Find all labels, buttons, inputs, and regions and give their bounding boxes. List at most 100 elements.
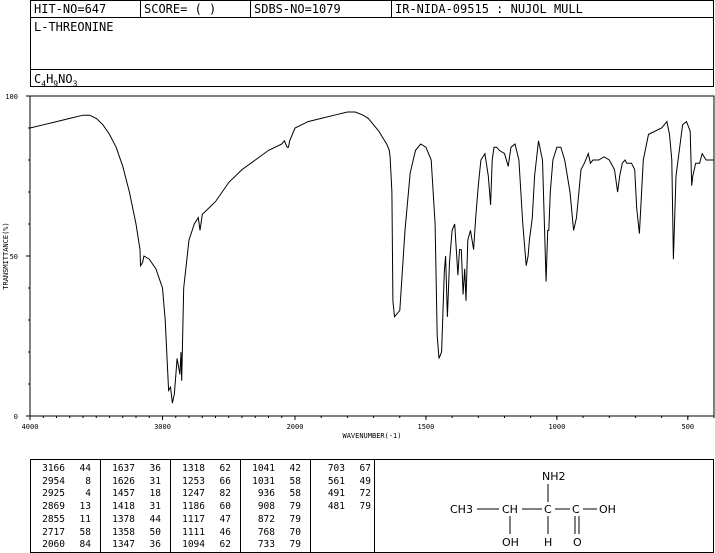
threonine-structure: NH2 CH3 CH C C OH OH H O bbox=[450, 470, 616, 549]
peak-row: 3166 44 bbox=[35, 463, 91, 474]
peak-row: 561 49 bbox=[315, 476, 371, 487]
peak-transmittance: 18 bbox=[149, 488, 161, 500]
peak-row: 1457 18 bbox=[105, 488, 161, 499]
peak-transmittance: 31 bbox=[149, 475, 161, 487]
peak-wavenumber: 1418 bbox=[112, 501, 135, 513]
peak-wavenumber: 1186 bbox=[182, 501, 205, 513]
peak-wavenumber: 1637 bbox=[112, 463, 135, 474]
peak-wavenumber: 491 bbox=[327, 488, 345, 500]
peak-transmittance: 13 bbox=[79, 501, 91, 513]
peak-row: 1418 31 bbox=[105, 501, 161, 512]
structure-ch: CH bbox=[502, 503, 518, 516]
peak-row: 1031 58 bbox=[245, 476, 301, 487]
peak-wavenumber: 2717 bbox=[42, 526, 65, 538]
x-tick-label: 4000 bbox=[22, 423, 39, 431]
x-axis-label: WAVENUMBER(-1) bbox=[342, 432, 401, 440]
peak-transmittance: 60 bbox=[219, 501, 231, 513]
peak-transmittance: 79 bbox=[289, 501, 301, 513]
structure-oh-bottom: OH bbox=[502, 536, 519, 549]
peak-wavenumber: 3166 bbox=[42, 463, 65, 474]
peak-transmittance: 84 bbox=[79, 539, 91, 551]
peak-row: 1186 60 bbox=[175, 501, 231, 512]
peak-transmittance: 44 bbox=[149, 513, 161, 525]
peak-transmittance: 62 bbox=[219, 463, 231, 474]
structure-carbonyl-c: C bbox=[572, 503, 580, 516]
hit-number: HIT-NO=647 bbox=[34, 2, 107, 16]
peak-wavenumber: 2060 bbox=[42, 539, 65, 551]
peak-transmittance: 49 bbox=[359, 475, 371, 487]
peak-row: 2855 11 bbox=[35, 514, 91, 525]
peak-row: 1626 31 bbox=[105, 476, 161, 487]
peak-wavenumber: 733 bbox=[257, 539, 275, 551]
peak-transmittance: 8 bbox=[85, 475, 91, 487]
structure-nh2: NH2 bbox=[542, 470, 566, 483]
peak-wavenumber: 2869 bbox=[42, 501, 65, 513]
peak-row: 2717 58 bbox=[35, 527, 91, 538]
molecular-formula: C4H9NO3 bbox=[34, 72, 78, 89]
peak-row: 936 58 bbox=[245, 488, 301, 499]
peak-transmittance: 58 bbox=[79, 526, 91, 538]
peak-transmittance: 36 bbox=[149, 539, 161, 551]
peak-wavenumber: 2925 bbox=[42, 488, 65, 500]
peak-wavenumber: 481 bbox=[327, 501, 345, 513]
peak-row: 2869 13 bbox=[35, 501, 91, 512]
chart-ticks: 4000 3000 2000 1500 1000 500 0 50 100 bbox=[5, 93, 715, 431]
peak-column-group: 1041 42 1031 58 936 58 908 79 872 79 768 70 733 79 bbox=[241, 460, 311, 552]
plot-frame bbox=[29, 95, 715, 417]
score: SCORE= ( ) bbox=[140, 1, 250, 17]
y-tick-label: 50 bbox=[10, 253, 18, 261]
peak-transmittance: 72 bbox=[359, 488, 371, 500]
peak-transmittance: 82 bbox=[219, 488, 231, 500]
x-tick-label: 1000 bbox=[548, 423, 565, 431]
peak-wavenumber: 1626 bbox=[112, 475, 135, 487]
peak-row: 768 70 bbox=[245, 527, 301, 538]
x-tick-label: 1500 bbox=[418, 423, 435, 431]
peak-row: 733 79 bbox=[245, 539, 301, 550]
peak-row: 1358 50 bbox=[105, 527, 161, 538]
transmittance-series-line bbox=[29, 111, 714, 404]
x-tick-label: 500 bbox=[681, 423, 694, 431]
peak-row: 1041 42 bbox=[245, 463, 301, 474]
peak-transmittance: 42 bbox=[289, 463, 301, 474]
peak-row: 1111 46 bbox=[175, 527, 231, 538]
peak-transmittance: 11 bbox=[79, 513, 91, 525]
peak-wavenumber: 561 bbox=[327, 475, 345, 487]
peak-row: 481 79 bbox=[315, 501, 371, 512]
peak-column-group: 1318 62 1253 66 1247 82 1186 60 1117 47 1111 46 1094… bbox=[171, 460, 241, 552]
peak-column-group: 1637 36 1626 31 1457 18 1418 31 1378 44 1358 50 1347… bbox=[101, 460, 171, 552]
peak-transmittance: 62 bbox=[219, 539, 231, 551]
peak-row: 1347 36 bbox=[105, 539, 161, 550]
peak-wavenumber: 1457 bbox=[112, 488, 135, 500]
peak-row: 1253 66 bbox=[175, 476, 231, 487]
ir-spectrum-chart: 4000 3000 2000 1500 1000 500 0 50 100 WAVENUMBER… bbox=[2, 93, 715, 440]
x-tick-label: 2000 bbox=[287, 423, 304, 431]
peak-transmittance: 79 bbox=[289, 513, 301, 525]
peak-wavenumber: 872 bbox=[257, 513, 275, 525]
peak-wavenumber: 2954 bbox=[42, 475, 65, 487]
peak-wavenumber: 1041 bbox=[252, 463, 275, 474]
peak-transmittance: 79 bbox=[359, 501, 371, 513]
peak-transmittance: 50 bbox=[149, 526, 161, 538]
peak-row: 1094 62 bbox=[175, 539, 231, 550]
peak-transmittance: 47 bbox=[219, 513, 231, 525]
peak-row: 2060 84 bbox=[35, 539, 91, 550]
peak-transmittance: 79 bbox=[289, 539, 301, 551]
peak-wavenumber: 936 bbox=[257, 488, 275, 500]
formula-divider bbox=[31, 69, 713, 70]
peak-row: 908 79 bbox=[245, 501, 301, 512]
peak-row: 1117 47 bbox=[175, 514, 231, 525]
peak-transmittance: 36 bbox=[149, 463, 161, 474]
structure-ch3: CH3 bbox=[450, 503, 473, 516]
spectrum-header: HIT-NO=647 SCORE= ( ) SDBS-NO=1079 IR-NI… bbox=[30, 0, 714, 89]
peak-wavenumber: 703 bbox=[327, 463, 345, 474]
peak-transmittance: 67 bbox=[359, 463, 371, 474]
peak-transmittance: 46 bbox=[219, 526, 231, 538]
peak-column-group: 3166 44 2954 8 2925 4 2869 13 2855 11 2717 58 2060 84 bbox=[31, 460, 101, 552]
peak-row: 703 67 bbox=[315, 463, 371, 474]
peak-wavenumber: 1247 bbox=[182, 488, 205, 500]
structure-h: H bbox=[544, 536, 552, 549]
peak-wavenumber: 1378 bbox=[112, 513, 135, 525]
peak-row: 2954 8 bbox=[35, 476, 91, 487]
structure-o: O bbox=[573, 536, 582, 549]
peak-wavenumber: 768 bbox=[257, 526, 275, 538]
